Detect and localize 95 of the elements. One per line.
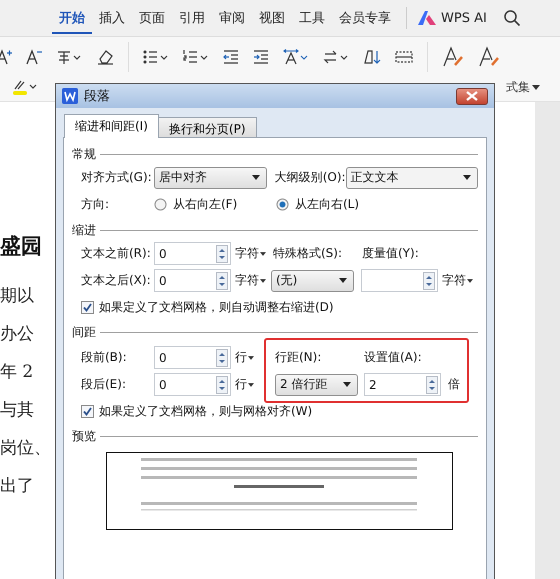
app-icon <box>62 88 78 104</box>
dialog-tab[interactable]: 缩进和间距(I) <box>64 114 159 138</box>
bullet-list-icon[interactable] <box>143 49 169 65</box>
field-label: 行距(N): <box>275 349 322 366</box>
style-brush-icon[interactable] <box>478 46 500 68</box>
grow-font-icon[interactable] <box>0 49 12 65</box>
radio-icon <box>276 198 289 211</box>
field-label: 大纲级别(O): <box>274 169 346 186</box>
dropdown[interactable]: 2 倍行距 <box>275 374 358 396</box>
checkbox-icon <box>81 404 94 418</box>
document-text: 年 2 <box>0 361 34 384</box>
dropdown[interactable]: 正文文本 <box>346 166 478 188</box>
radio-icon <box>154 198 167 211</box>
dropdown[interactable]: 居中对齐 <box>154 166 267 188</box>
number-field[interactable]: 0 <box>154 269 231 292</box>
number-field[interactable]: 2 <box>364 373 441 396</box>
menu-tab[interactable]: 视图 <box>252 2 292 34</box>
field-label: 设置值(A): <box>364 349 423 366</box>
character-spacing-icon[interactable] <box>283 49 309 65</box>
spinner-arrows-icon[interactable] <box>216 376 228 394</box>
caret-icon <box>343 382 351 387</box>
field-label: 段前(B): <box>81 349 128 366</box>
spinner-arrows-icon[interactable] <box>216 348 228 366</box>
radio-option[interactable]: 从左向右(L) <box>276 196 360 213</box>
numbered-list-icon[interactable] <box>183 49 209 65</box>
field-label: 段后(E): <box>81 376 127 393</box>
field-label: 度量值(Y): <box>362 245 419 262</box>
style-pen-icon[interactable] <box>442 46 464 68</box>
ai-button[interactable]: WPS AI <box>415 8 489 28</box>
dialog-title: 段落 <box>84 88 110 105</box>
text-direction-icon[interactable] <box>323 49 349 65</box>
spinner-arrows-icon[interactable] <box>216 244 228 262</box>
table-border-icon[interactable] <box>395 49 413 65</box>
field-label: 文本之后(X): <box>81 272 152 289</box>
document-heading: 盛园 <box>0 232 42 260</box>
dropdown[interactable]: (无) <box>271 270 354 292</box>
spinner-arrows-icon[interactable] <box>216 272 228 290</box>
caret-icon <box>532 84 540 90</box>
ai-logo-icon <box>417 10 437 26</box>
number-field[interactable]: 0 <box>154 346 231 369</box>
field-label: 方向: <box>81 196 110 213</box>
unit-dropdown[interactable]: 字符 <box>231 272 271 289</box>
search-icon[interactable] <box>502 9 521 27</box>
caret-icon <box>260 252 266 256</box>
number-field[interactable] <box>361 269 438 292</box>
caret-icon <box>467 278 473 282</box>
menu-tab[interactable]: 页面 <box>132 2 172 34</box>
style-set-label[interactable]: 式集 <box>506 78 540 96</box>
eraser-icon[interactable] <box>96 49 114 65</box>
section-heading: 间距 <box>72 324 96 340</box>
highlighter-icon[interactable] <box>12 78 38 96</box>
increase-indent-icon[interactable] <box>253 49 269 65</box>
caret-icon <box>248 382 254 386</box>
document-text: 出了 <box>0 475 34 498</box>
close-icon <box>466 91 478 101</box>
number-field[interactable]: 0 <box>154 242 231 265</box>
field-label: 特殊格式(S): <box>273 245 344 262</box>
phonetic-guide-icon[interactable] <box>56 49 82 65</box>
unit-dropdown[interactable]: 字符 <box>438 272 478 289</box>
document-text: 岗位、 <box>0 437 51 460</box>
menu-tab[interactable]: 开始 <box>52 2 92 34</box>
caret-icon <box>260 278 266 282</box>
field-label: 对齐方式(G): <box>81 169 153 186</box>
section-heading: 常规 <box>72 146 96 162</box>
document-text: 办公 <box>0 323 34 346</box>
section-heading: 预览 <box>72 428 96 444</box>
unit-dropdown[interactable]: 行 <box>231 376 271 393</box>
menu-tab[interactable]: 工具 <box>292 2 332 34</box>
document-text: 期以 <box>0 285 34 308</box>
section-heading: 缩进 <box>72 222 96 238</box>
radio-option[interactable]: 从右向左(F) <box>154 196 276 213</box>
checkbox-icon <box>81 300 94 314</box>
document-text: 与其 <box>0 399 34 422</box>
dialog-tab[interactable]: 换行和分页(P) <box>158 117 257 137</box>
caret-icon <box>252 175 260 180</box>
caret-icon <box>463 175 471 180</box>
checkbox[interactable]: 如果定义了文档网格，则自动调整右缩进(D) <box>72 294 478 320</box>
menu-tab[interactable]: 审阅 <box>212 2 252 34</box>
field-label: 文本之前(R): <box>81 245 152 262</box>
sort-icon[interactable] <box>363 49 381 65</box>
spinner-arrows-icon[interactable] <box>423 272 435 290</box>
checkbox[interactable]: 如果定义了文档网格，则与网格对齐(W) <box>72 398 478 424</box>
number-field[interactable]: 0 <box>154 373 231 396</box>
unit-label: 倍 <box>447 376 461 393</box>
caret-icon <box>339 278 347 283</box>
unit-dropdown[interactable]: 行 <box>231 349 271 366</box>
spinner-arrows-icon[interactable] <box>426 376 438 394</box>
unit-dropdown[interactable]: 字符 <box>231 245 271 262</box>
decrease-indent-icon[interactable] <box>223 49 239 65</box>
close-button[interactable] <box>456 88 488 104</box>
menu-tab[interactable]: 会员专享 <box>332 2 398 34</box>
menu-tab[interactable]: 引用 <box>172 2 212 34</box>
menu-tab[interactable]: 插入 <box>92 2 132 34</box>
shrink-font-icon[interactable] <box>26 49 42 65</box>
caret-icon <box>248 356 254 360</box>
